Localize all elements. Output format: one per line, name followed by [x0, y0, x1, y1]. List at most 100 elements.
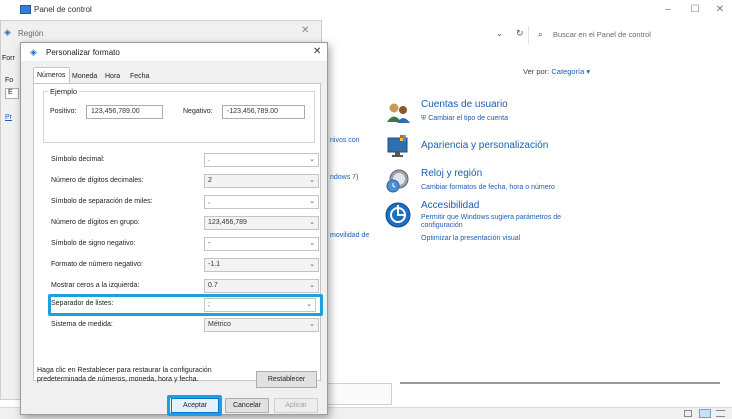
- view-by-label: Ver por:: [523, 67, 550, 76]
- minimize-button[interactable]: –: [659, 3, 677, 17]
- customize-format-dialog: ◈ Personalizar formato ✕ Números Moneda …: [20, 42, 328, 416]
- chevron-down-icon: ⌄: [309, 177, 315, 184]
- control-panel-titlebar: Panel de control – ☐ ✕: [0, 0, 732, 22]
- negative-format-label: Formato de número negativo:: [51, 261, 143, 268]
- decimal-symbol-value: .: [208, 156, 210, 163]
- region-title: Región: [18, 29, 44, 38]
- decimal-symbol-combo[interactable]: . ⌄: [204, 153, 319, 167]
- view-by: Ver por: Categoría ▾: [523, 67, 590, 76]
- control-panel-address-bar: ⌄ ↻ ⌕ Buscar en el Panel de control: [326, 24, 732, 46]
- view-by-dropdown[interactable]: Categoría ▾: [551, 67, 590, 76]
- reset-hint-text: Haga clic en Restablecer para restaurar …: [37, 367, 212, 383]
- negative-example-field: -123,456,789.00: [222, 105, 305, 119]
- hidden-link-fragment[interactable]: movilidad de: [330, 232, 369, 239]
- category-accessibility[interactable]: Accesibilidad: [421, 200, 479, 211]
- tab-moneda[interactable]: Moneda: [69, 70, 100, 83]
- measurement-system-label: Sistema de medida:: [51, 321, 113, 328]
- optimize-display-link[interactable]: Optimizar la presentación visual: [421, 235, 520, 242]
- decimal-digits-value: 2: [208, 177, 212, 184]
- decimal-digits-label: Número de dígitos decimales:: [51, 177, 144, 184]
- chevron-down-icon[interactable]: ⌄: [496, 29, 503, 38]
- control-panel-icon: [20, 5, 31, 14]
- chevron-down-icon: ⌄: [309, 198, 315, 205]
- decimal-digits-combo[interactable]: 2 ⌄: [204, 174, 319, 188]
- background-divider: [400, 382, 720, 384]
- tab-hora[interactable]: Hora: [102, 70, 123, 83]
- numbers-panel: Ejemplo Positivo: 123,456,789.00 Negativ…: [33, 83, 321, 381]
- chevron-down-icon: ⌄: [309, 156, 315, 163]
- category-clock-region[interactable]: Reloj y región: [421, 168, 482, 179]
- refresh-icon[interactable]: ↻: [516, 28, 524, 39]
- positive-example-field: 123,456,789.00: [86, 105, 163, 119]
- hidden-link-fragment[interactable]: nivos con: [330, 137, 360, 144]
- chevron-down-icon: ⌄: [306, 301, 312, 308]
- large-icons-view-icon[interactable]: [699, 409, 711, 418]
- measurement-system-combo[interactable]: Métrico ⌄: [204, 318, 319, 332]
- search-box[interactable]: ⌕ Buscar en el Panel de control: [528, 26, 724, 44]
- leading-zeros-label: Mostrar ceros a la izquierda:: [51, 282, 140, 289]
- apply-button[interactable]: Aplicar: [274, 398, 318, 413]
- category-appearance[interactable]: Apariencia y personalización: [421, 140, 548, 151]
- tab-fecha[interactable]: Fecha: [127, 70, 152, 83]
- negative-format-combo[interactable]: -1.1 ⌄: [204, 258, 319, 272]
- chevron-down-icon: ⌄: [309, 219, 315, 226]
- measurement-system-value: Métrico: [208, 321, 231, 328]
- list-separator-value: ;: [208, 301, 210, 308]
- negative-sign-combo[interactable]: - ⌄: [204, 237, 319, 251]
- example-legend: Ejemplo: [48, 87, 80, 96]
- decimal-symbol-label: Símbolo decimal:: [51, 156, 105, 163]
- region-combo-fragment[interactable]: E: [5, 88, 19, 99]
- background-list-fragment: [322, 383, 392, 405]
- dialog-icon: ◈: [30, 47, 37, 57]
- chevron-down-icon: ⌄: [309, 261, 315, 268]
- region-label-fragment: Fo: [5, 77, 14, 84]
- digit-grouping-label: Número de dígitos en grupo:: [51, 219, 140, 226]
- positive-label: Positivo:: [50, 108, 77, 115]
- tab-numeros[interactable]: Números: [33, 67, 70, 84]
- negative-format-value: -1.1: [208, 261, 221, 268]
- change-formats-link[interactable]: Cambiar formatos de fecha, hora o número: [421, 184, 555, 191]
- negative-label: Negativo:: [183, 108, 213, 115]
- search-icon: ⌕: [538, 29, 544, 39]
- shield-icon: ⛨: [421, 115, 427, 122]
- close-window-button[interactable]: ✕: [711, 3, 729, 17]
- chevron-down-icon: ⌄: [309, 240, 315, 247]
- category-user-accounts[interactable]: Cuentas de usuario: [421, 99, 508, 110]
- leading-zeros-combo[interactable]: 0.7 ⌄: [204, 279, 319, 293]
- dialog-close-button[interactable]: ✕: [313, 46, 321, 57]
- region-link-fragment[interactable]: Pr: [5, 114, 12, 121]
- digit-grouping-combo[interactable]: 123,456,789 ⌄: [204, 216, 319, 230]
- maximize-button[interactable]: ☐: [686, 3, 704, 17]
- accept-button[interactable]: Aceptar: [171, 398, 219, 413]
- control-panel-title: Panel de control: [34, 5, 92, 14]
- thousands-separator-value: ,: [208, 198, 210, 205]
- negative-sign-label: Símbolo de signo negativo:: [51, 240, 136, 247]
- details-view-icon[interactable]: [684, 410, 692, 417]
- negative-sign-value: -: [208, 240, 211, 247]
- leading-zeros-value: 0.7: [208, 282, 218, 289]
- region-close-button[interactable]: ✕: [301, 25, 309, 36]
- region-tab-fragment[interactable]: Forr: [2, 55, 15, 62]
- dialog-title: Personalizar formato: [46, 48, 120, 57]
- dialog-titlebar: ◈ Personalizar formato ✕: [21, 43, 327, 61]
- reset-button[interactable]: Restablecer: [256, 371, 317, 388]
- list-view-icon[interactable]: [716, 410, 725, 417]
- example-group: Ejemplo Positivo: 123,456,789.00 Negativ…: [43, 87, 315, 143]
- user-accounts-icon[interactable]: [385, 100, 411, 126]
- digit-grouping-value: 123,456,789: [208, 219, 247, 226]
- thousands-separator-label: Símbolo de separación de miles:: [51, 198, 153, 205]
- cancel-button[interactable]: Cancelar: [225, 398, 269, 413]
- windows-suggest-settings-link[interactable]: Permitir que Windows sugiera parámetros …: [421, 214, 591, 230]
- list-separator-combo[interactable]: ; ⌄: [204, 298, 316, 312]
- change-account-type-link[interactable]: ⛨ Cambiar el tipo de cuenta: [421, 115, 508, 123]
- thousands-separator-combo[interactable]: , ⌄: [204, 195, 319, 209]
- clock-region-icon[interactable]: [385, 168, 411, 194]
- region-icon: ◈: [4, 27, 11, 37]
- chevron-down-icon: ⌄: [309, 321, 315, 328]
- search-input[interactable]: Buscar en el Panel de control: [553, 30, 651, 39]
- hidden-link-fragment[interactable]: ndows 7): [330, 174, 358, 181]
- chevron-down-icon: ⌄: [309, 282, 315, 289]
- accessibility-icon[interactable]: [385, 202, 411, 228]
- list-separator-label: Separador de listes:: [51, 300, 114, 307]
- appearance-icon[interactable]: [385, 133, 411, 159]
